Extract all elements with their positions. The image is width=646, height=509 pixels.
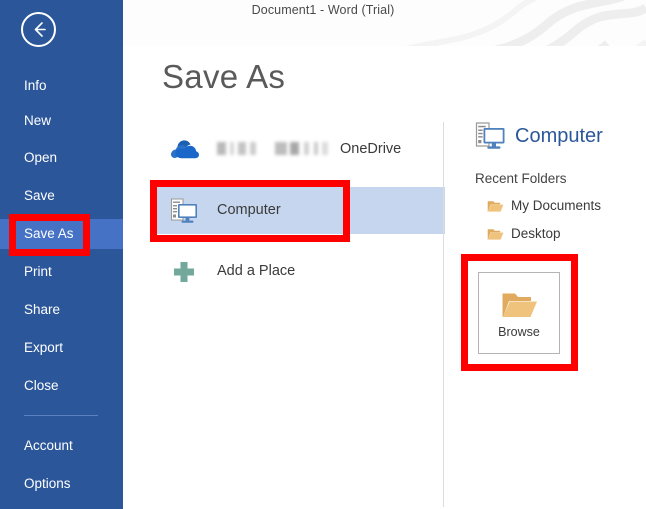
- back-button[interactable]: [21, 12, 56, 47]
- recent-folders-label: Recent Folders: [475, 171, 567, 186]
- place-row-computer[interactable]: Computer: [157, 187, 445, 234]
- computer-monitor-icon: [168, 196, 200, 226]
- place-row-add-a-place[interactable]: Add a Place: [157, 248, 445, 295]
- sidebar-item-account[interactable]: Account: [0, 431, 123, 461]
- sidebar-item-print[interactable]: Print: [0, 257, 123, 287]
- back-arrow-icon: [23, 14, 54, 45]
- folder-icon: [487, 227, 504, 241]
- browse-button[interactable]: Browse: [478, 272, 560, 354]
- onedrive-cloud-icon: [168, 135, 200, 165]
- place-label-onedrive: OneDrive: [340, 126, 401, 173]
- sidebar-item-share[interactable]: Share: [0, 295, 123, 325]
- sidebar-divider: [24, 415, 98, 416]
- plus-icon: [168, 257, 200, 287]
- sidebar-item-export[interactable]: Export: [0, 333, 123, 363]
- sidebar: Info New Open Save Save As Print Share E…: [0, 0, 123, 509]
- page-title: Save As: [162, 58, 285, 96]
- browse-label: Browse: [479, 325, 559, 339]
- open-folder-icon: [501, 289, 538, 320]
- computer-monitor-icon: [473, 120, 507, 152]
- folder-icon: [487, 199, 504, 213]
- place-label-add-a-place: Add a Place: [217, 248, 295, 295]
- right-panel-title: Computer: [515, 125, 603, 148]
- sidebar-item-close[interactable]: Close: [0, 371, 123, 401]
- sidebar-item-open[interactable]: Open: [0, 143, 123, 173]
- place-label-computer: Computer: [217, 187, 281, 234]
- content-divider: [443, 122, 444, 507]
- recent-folder-label: Desktop: [511, 224, 561, 246]
- sidebar-item-options[interactable]: Options: [0, 469, 123, 499]
- sidebar-item-save-as[interactable]: Save As: [0, 219, 123, 249]
- onedrive-account-name-redacted: [217, 142, 335, 156]
- place-row-onedrive[interactable]: OneDrive: [157, 126, 445, 173]
- recent-folder-label: My Documents: [511, 196, 601, 218]
- sidebar-item-save[interactable]: Save: [0, 181, 123, 211]
- sidebar-item-info[interactable]: Info: [0, 71, 123, 101]
- sidebar-item-new[interactable]: New: [0, 106, 123, 136]
